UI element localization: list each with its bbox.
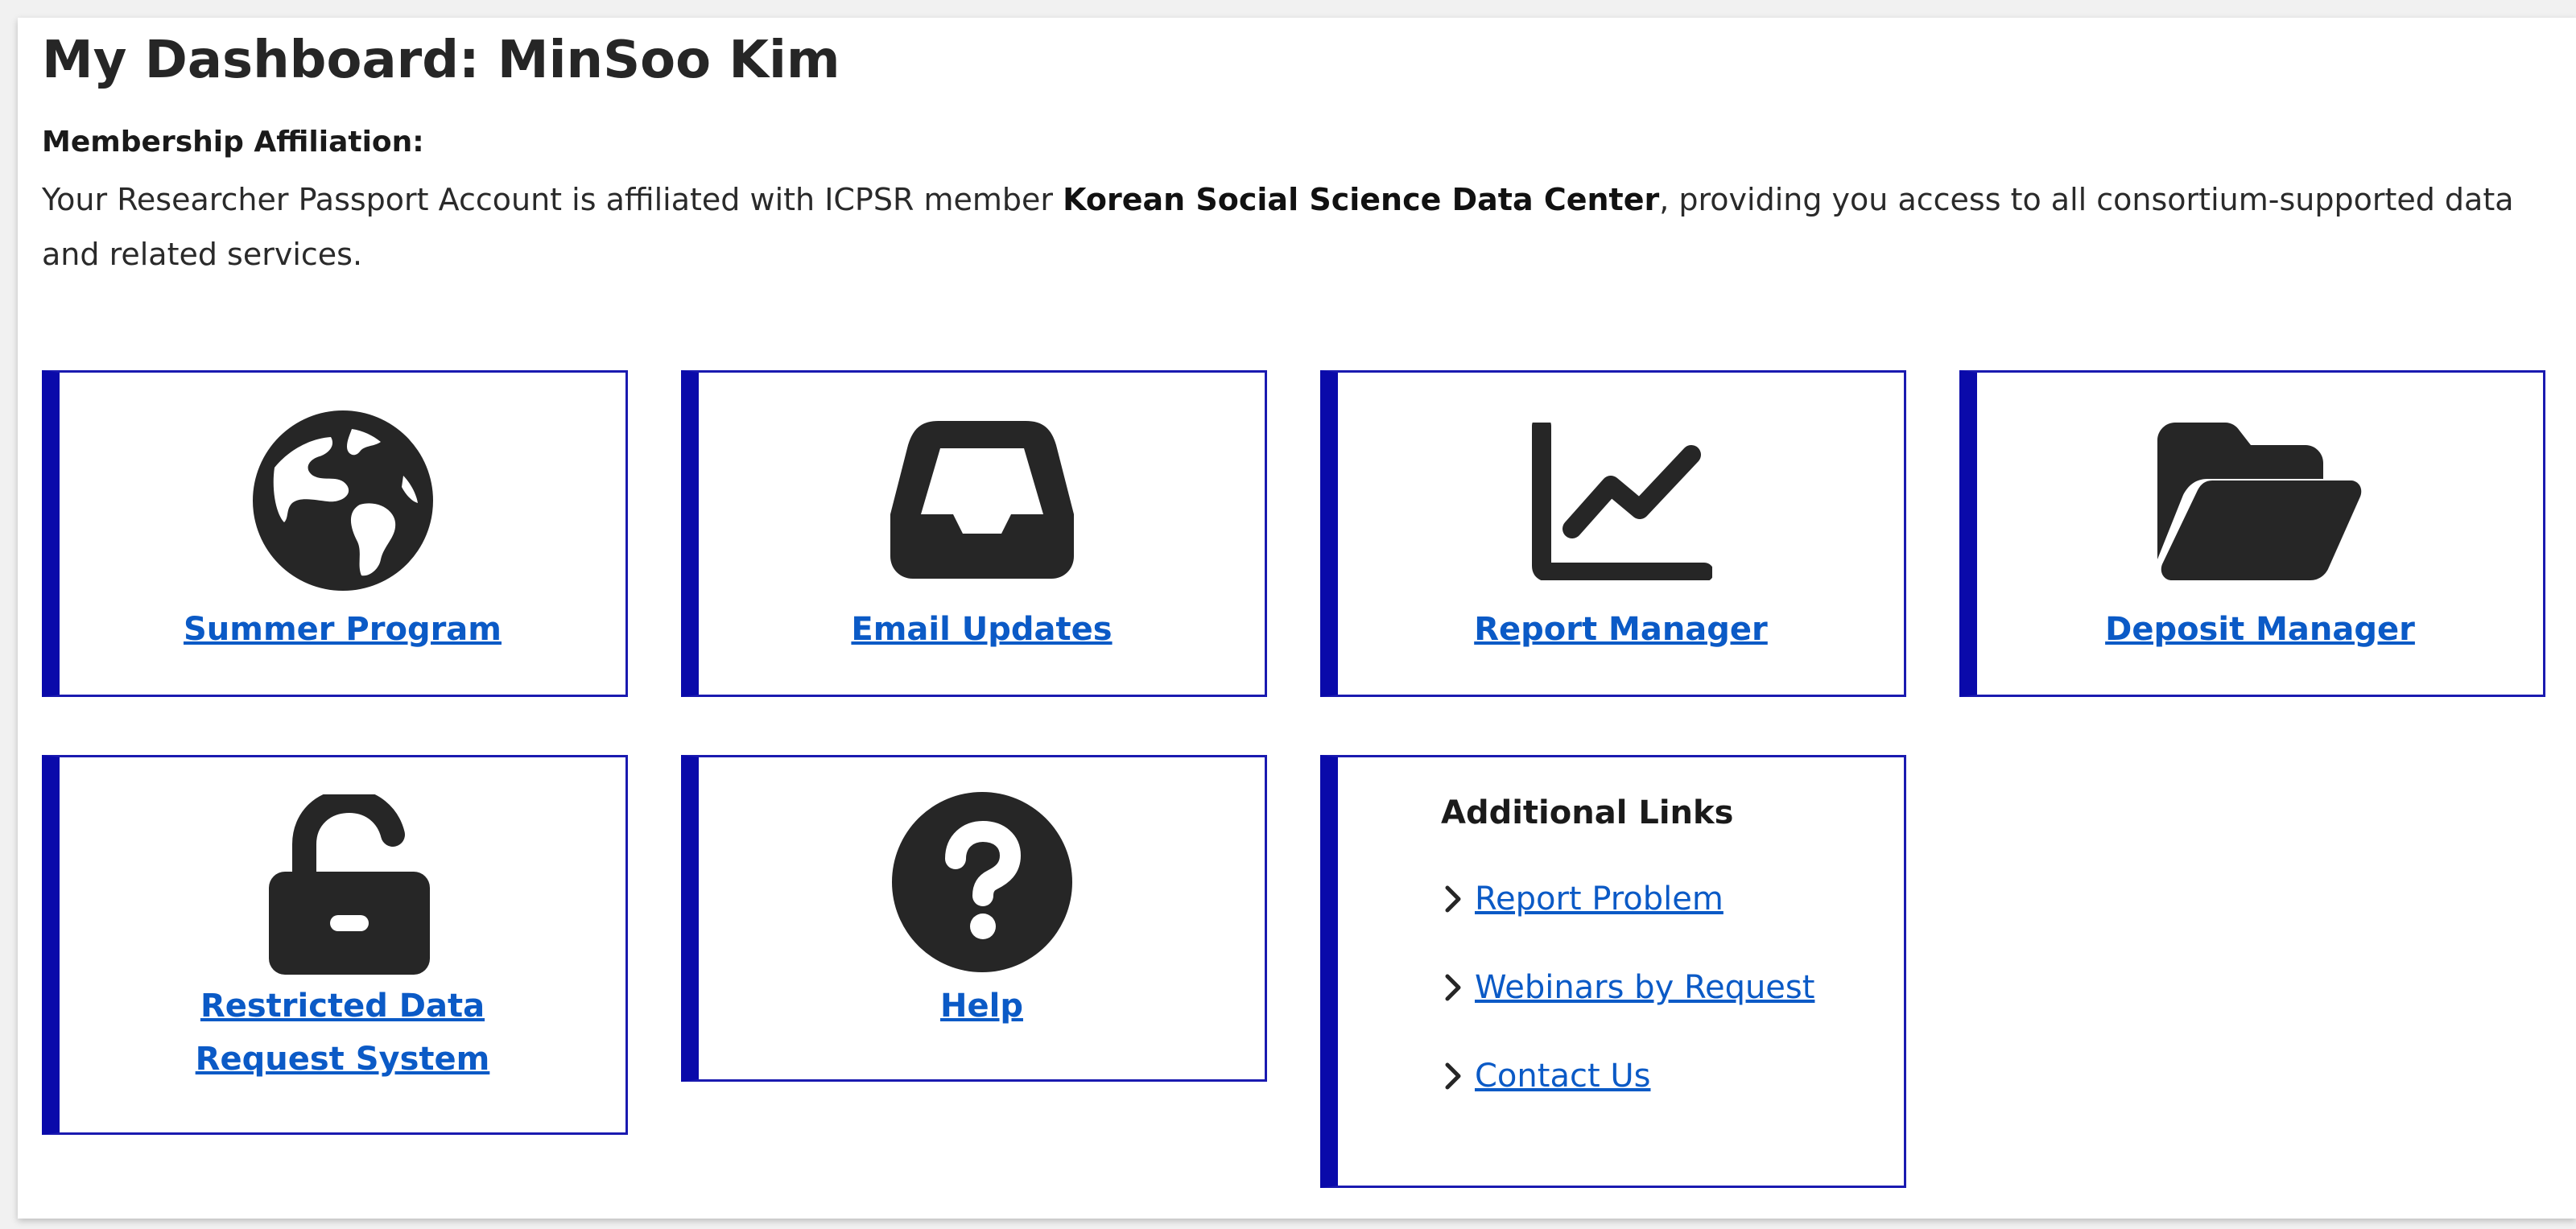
- deposit-manager-link[interactable]: Deposit Manager: [1977, 603, 2543, 656]
- folder-open-icon: [2157, 423, 2363, 584]
- chevron-right-icon: [1445, 974, 1461, 1001]
- email-updates-card[interactable]: Email Updates: [681, 370, 1267, 697]
- page-title: My Dashboard: MinSoo Kim: [42, 31, 840, 90]
- report-problem-link[interactable]: Report Problem: [1475, 881, 1724, 918]
- help-link[interactable]: Help: [699, 979, 1265, 1033]
- chart-line-icon: [1530, 416, 1714, 584]
- page-background: My Dashboard: MinSoo Kim Membership Affi…: [0, 0, 2576, 1229]
- additional-links-heading: Additional Links: [1441, 794, 1734, 831]
- summer-program-link[interactable]: Summer Program: [60, 603, 625, 656]
- affiliation-prefix: Your Researcher Passport Account is affi…: [42, 182, 1063, 217]
- contact-us-item[interactable]: Contact Us: [1441, 1052, 1650, 1100]
- question-circle-icon: [891, 791, 1073, 977]
- restricted-data-card[interactable]: Restricted Data Request System: [42, 755, 628, 1135]
- webinars-by-request-item[interactable]: Webinars by Request: [1441, 963, 1814, 1012]
- restricted-data-link[interactable]: Restricted Data Request System: [60, 979, 625, 1086]
- email-updates-link[interactable]: Email Updates: [699, 603, 1265, 656]
- webinars-by-request-link[interactable]: Webinars by Request: [1475, 969, 1814, 1006]
- report-manager-card[interactable]: Report Manager: [1320, 370, 1906, 697]
- contact-us-link[interactable]: Contact Us: [1475, 1058, 1650, 1095]
- help-card[interactable]: Help: [681, 755, 1267, 1082]
- report-manager-link[interactable]: Report Manager: [1338, 603, 1904, 656]
- unlock-icon: [268, 788, 430, 979]
- affiliation-text: Your Researcher Passport Account is affi…: [42, 172, 2521, 282]
- chevron-right-icon: [1445, 1062, 1461, 1090]
- globe-icon: [252, 410, 434, 596]
- additional-links-card: Additional Links Report Problem Webinars…: [1320, 755, 1906, 1188]
- affiliation-member: Korean Social Science Data Center: [1063, 182, 1660, 217]
- deposit-manager-card[interactable]: Deposit Manager: [1959, 370, 2545, 697]
- report-problem-item[interactable]: Report Problem: [1441, 875, 1724, 923]
- summer-program-card[interactable]: Summer Program: [42, 370, 628, 697]
- affiliation-heading: Membership Affiliation:: [42, 126, 424, 159]
- chevron-right-icon: [1445, 885, 1461, 913]
- inbox-icon: [890, 421, 1074, 583]
